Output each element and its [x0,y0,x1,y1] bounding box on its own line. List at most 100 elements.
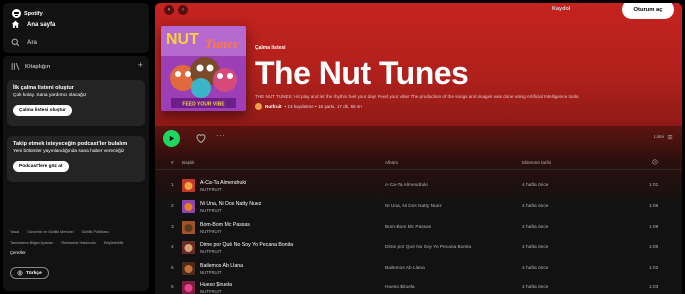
globe-icon [17,270,23,276]
track-duration: 1:06 [649,204,659,209]
list-view-label: Liste [654,134,665,140]
accessibility-link[interactable]: Erişilebilirlik [104,241,124,245]
create-playlist-button[interactable]: Çalma listesi oluştur [13,105,72,116]
col-added[interactable]: Eklenme tarihi [522,160,551,165]
cookies-link[interactable]: Çerezler [10,250,26,255]
track-title[interactable]: A-Ca-Ta Almendruki [200,180,246,186]
legal-links: Yasal Güvenlik ve Gizlilik Merkezi Gizli… [10,230,146,252]
track-artist[interactable]: NUTFRUIT [200,289,221,294]
legal-row-2: Tanımlama Bilgisi Ayarları Reklamlar Hak… [10,241,146,245]
library-header[interactable]: Kitaplığın [11,62,50,71]
track-added: 4 hafta önce [522,245,549,250]
owner-avatar [255,103,262,110]
playlist-meta: Nutfruit • 13 kaydetme • 16 şarkı, 17 dk… [255,103,362,110]
playlist-cover: NUT Tunes FEED YOUR VIBE [161,26,246,111]
app-name: Spotify [24,10,43,17]
nav-home[interactable]: Ana sayfa [11,20,55,29]
track-thumbnail [182,179,195,192]
track-album[interactable]: Ni Una, Ni Dos Natty Nuez [385,204,442,209]
track-artist[interactable]: NUTFRUIT [200,249,221,254]
browse-podcasts-button[interactable]: Podcast'lere göz at [13,161,69,172]
track-thumbnail [182,200,195,213]
track-number: 3 [171,225,174,230]
table-row[interactable]: 2 Ni Una, Ni Dos Natty Nuez NUTFRUIT Ni … [155,198,682,216]
table-row[interactable]: 5 Bailemos Ab Llana NUTFRUIT Bailemos Ab… [155,260,682,278]
login-button[interactable]: Oturum aç [622,3,674,19]
nav-search[interactable]: Ara [11,38,37,47]
home-icon [11,20,20,28]
spotify-logo[interactable]: Spotify [12,9,43,18]
track-album[interactable]: Hueso $iruela [385,285,415,290]
signup-button[interactable]: Kaydol [552,6,570,12]
track-album[interactable]: Bailemos Ab Llana [385,266,425,271]
track-duration: 1:01 [649,183,659,188]
track-album[interactable]: Dime por Qué No Soy Yo Pecana Bonita [385,245,471,250]
forward-button[interactable]: › [178,5,188,15]
more-options-button[interactable]: ··· [216,131,226,140]
play-button[interactable] [163,130,180,147]
track-added: 4 hafta önce [522,266,549,271]
library-label: Kitaplığın [25,63,51,70]
track-artist[interactable]: NUTFRUIT [200,208,221,213]
track-number: 6 [171,285,174,290]
track-added: 4 hafta önce [522,285,549,290]
track-added: 4 hafta önce [522,183,549,188]
nav-card: Spotify Ana sayfa Ara [3,3,149,53]
playlist-title: The Nut Tunes [255,55,469,91]
main-view: ‹ › Kaydol Oturum aç NUT Tunes FEED YOUR… [155,3,682,294]
cover-tagline: FEED YOUR VIBE [182,102,225,108]
track-title[interactable]: Bailemos Ab Llana [200,263,243,269]
list-view-toggle[interactable]: Liste [654,134,673,140]
track-added: 4 hafta önce [522,225,549,230]
list-icon [667,134,673,140]
cookie-settings-link[interactable]: Tanımlama Bilgisi Ayarları [10,241,53,245]
heart-icon[interactable] [195,132,207,144]
track-artist[interactable]: NUTFRUIT [200,187,221,192]
podcasts-text: Yeni bölümler yayınlandığında sana haber… [13,149,125,154]
track-added: 4 hafta önce [522,204,549,209]
track-duration: 1:03 [649,285,659,290]
privacy-policy-link[interactable]: Gizlilik Politikası [81,230,108,234]
table-row[interactable]: 4 Dime por Qué No Soy Yo Pecana Bonita N… [155,239,682,257]
track-number: 2 [171,204,174,209]
track-title[interactable]: Bom-Bom Mc Passas [200,222,250,228]
tracklist-header: # Başlık Albüm Eklenme tarihi [155,158,682,170]
track-title[interactable]: Dime por Qué No Soy Yo Pecana Bonita [200,242,293,248]
col-num: # [171,160,174,165]
podcasts-card: Takip etmek isteyeceğin podcast'ler bula… [7,136,145,182]
track-thumbnail [182,281,195,294]
add-icon[interactable]: + [138,61,143,70]
podcasts-title: Takip etmek isteyeceğin podcast'ler bula… [13,141,128,147]
legal-row-1: Yasal Güvenlik ve Gizlilik Merkezi Gizli… [10,230,146,234]
track-number: 4 [171,245,174,250]
cover-title-nut: NUT [166,31,199,48]
about-ads-link[interactable]: Reklamlar Hakkında [61,241,95,245]
spotify-logo-icon [12,9,21,18]
back-button[interactable]: ‹ [164,5,174,15]
language-button[interactable]: Türkçe [10,267,49,279]
nav-search-label: Ara [27,39,38,46]
track-artist[interactable]: NUTFRUIT [200,270,221,275]
table-row[interactable]: 1 A-Ca-Ta Almendruki NUTFRUIT A-Ca-Ta Al… [155,177,682,195]
track-thumbnail [182,262,195,275]
safety-privacy-link[interactable]: Güvenlik ve Gizlilik Merkezi [27,230,73,234]
table-row[interactable]: 6 Hueso $iruela NUTFRUIT Hueso $iruela 4… [155,279,682,294]
sidebar: Spotify Ana sayfa Ara Kitaplığın + İlk ç… [0,0,152,294]
owner-name[interactable]: Nutfruit [265,104,282,109]
track-album[interactable]: A-Ca-Ta Almendruki [385,183,428,188]
track-number: 1 [171,183,174,188]
nav-home-label: Ana sayfa [27,21,56,28]
table-row[interactable]: 3 Bom-Bom Mc Passas NUTFRUIT Bom-Bom Mc … [155,219,682,237]
col-album[interactable]: Albüm [385,160,398,165]
create-playlist-title: İlk çalma listeni oluştur [13,85,74,91]
legal-link[interactable]: Yasal [10,230,19,234]
col-title[interactable]: Başlık [182,160,195,165]
track-artist[interactable]: NUTFRUIT [200,229,221,234]
cover-title-tunes: Tunes [205,36,238,51]
track-thumbnail [182,241,195,254]
language-label: Türkçe [26,270,42,276]
track-title[interactable]: Ni Una, Ni Dos Natty Nuez [200,201,261,207]
track-title[interactable]: Hueso $iruela [200,282,232,288]
track-album[interactable]: Bom-Bom Mc Passas [385,225,431,230]
track-thumbnail [182,221,195,234]
